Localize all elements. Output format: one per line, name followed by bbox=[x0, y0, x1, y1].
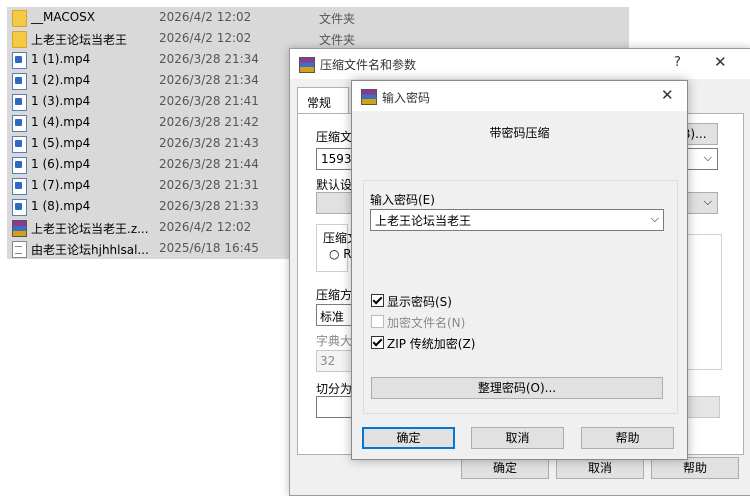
file-name: 1 (2).mp4 bbox=[31, 73, 91, 87]
dict-label: 字典大 bbox=[316, 334, 353, 348]
video-file-icon bbox=[12, 94, 27, 111]
text-file-icon bbox=[12, 241, 27, 258]
file-date: 2026/3/28 21:34 bbox=[159, 73, 259, 87]
file-name: 1 (8).mp4 bbox=[31, 199, 91, 213]
file-date: 2026/4/2 12:02 bbox=[159, 31, 252, 45]
file-date: 2026/3/28 21:41 bbox=[159, 94, 259, 108]
help-label: 帮助 bbox=[615, 431, 640, 445]
video-file-icon bbox=[12, 157, 27, 174]
archive-icon bbox=[12, 220, 27, 237]
winrar-icon bbox=[361, 89, 377, 105]
encrypt-names-label[interactable]: 加密文件名(N) bbox=[387, 314, 465, 331]
cancel-button[interactable]: 取消 bbox=[471, 427, 564, 449]
ok-button[interactable]: 确定 bbox=[461, 457, 549, 479]
file-date: 2026/3/28 21:34 bbox=[159, 52, 259, 66]
tab-general[interactable]: 常规 bbox=[297, 87, 349, 114]
file-type: 文件夹 bbox=[319, 33, 356, 47]
chevron-down-icon: ⌵ bbox=[650, 212, 659, 225]
video-file-icon bbox=[12, 136, 27, 153]
file-name: __MACOSX bbox=[31, 10, 96, 24]
password-heading: 带密码压缩 bbox=[489, 126, 550, 140]
cancel-button[interactable]: 取消 bbox=[556, 457, 644, 479]
help-button[interactable]: 帮助 bbox=[581, 427, 674, 449]
file-date: 2026/4/2 12:02 bbox=[159, 10, 252, 24]
close-icon[interactable]: ✕ bbox=[661, 86, 674, 104]
dict-value: 32 bbox=[320, 354, 336, 368]
winrar-icon bbox=[299, 57, 315, 73]
cancel-label: 取消 bbox=[587, 461, 612, 475]
file-date: 2026/3/28 21:44 bbox=[159, 157, 259, 171]
ok-label: 确定 bbox=[492, 461, 517, 475]
help-button[interactable]: 帮助 bbox=[651, 457, 739, 479]
file-row[interactable]: __MACOSX 2026/4/2 12:02 文件夹 bbox=[7, 7, 629, 28]
file-date: 2026/3/28 21:43 bbox=[159, 136, 259, 150]
split-label: 切分为 bbox=[316, 382, 353, 396]
archive-dialog-title: 压缩文件名和参数 bbox=[320, 58, 417, 72]
file-name: 1 (1).mp4 bbox=[31, 52, 91, 66]
file-row[interactable]: 上老王论坛当老王 2026/4/2 12:02 文件夹 bbox=[7, 28, 629, 49]
help-label: 帮助 bbox=[682, 461, 707, 475]
chevron-down-icon: ⌵ bbox=[703, 195, 712, 208]
folder-icon bbox=[12, 31, 27, 48]
help-question-icon[interactable]: ? bbox=[674, 55, 681, 70]
video-file-icon bbox=[12, 199, 27, 216]
password-dialog-title: 输入密码 bbox=[382, 91, 431, 105]
encrypt-names-checkbox[interactable] bbox=[371, 315, 384, 328]
chevron-down-icon: ⌵ bbox=[703, 151, 712, 164]
video-file-icon bbox=[12, 115, 27, 132]
ok-label: 确定 bbox=[396, 431, 421, 445]
file-date: 2026/3/28 21:31 bbox=[159, 178, 259, 192]
password-dialog: 输入密码 ✕ 带密码压缩 输入密码(E) 上老王论坛当老王 ⌵ 显示密码(S) … bbox=[351, 80, 688, 460]
options-group bbox=[682, 234, 722, 370]
folder-icon bbox=[12, 10, 27, 27]
method-label: 压缩方 bbox=[316, 288, 353, 302]
zip-legacy-label[interactable]: ZIP 传统加密(Z) bbox=[387, 335, 475, 352]
method-value: 标准 bbox=[320, 310, 345, 324]
show-password-checkbox[interactable] bbox=[371, 294, 384, 307]
password-combo[interactable]: 上老王论坛当老王 ⌵ bbox=[370, 209, 664, 231]
file-date: 2026/4/2 12:02 bbox=[159, 220, 252, 234]
file-name: 1 (4).mp4 bbox=[31, 115, 91, 129]
format-group: 压缩文 ○ R bbox=[316, 224, 359, 272]
archive-name-label: 压缩文 bbox=[316, 130, 353, 144]
video-file-icon bbox=[12, 178, 27, 195]
dict-combo[interactable]: 32 bbox=[316, 350, 352, 372]
method-combo[interactable]: 标准 bbox=[316, 304, 352, 326]
tab-general-label: 常规 bbox=[307, 96, 332, 110]
organize-label: 整理密码(O)... bbox=[477, 381, 557, 395]
ok-button[interactable]: 确定 bbox=[362, 427, 455, 449]
close-icon[interactable]: ✕ bbox=[714, 53, 727, 71]
organize-passwords-button[interactable]: 整理密码(O)... bbox=[371, 377, 663, 399]
zip-legacy-checkbox[interactable] bbox=[371, 336, 384, 349]
cancel-label: 取消 bbox=[505, 431, 530, 445]
file-name: 上老王论坛当老王.z... bbox=[31, 222, 149, 236]
password-dialog-titlebar[interactable]: 输入密码 ✕ bbox=[352, 81, 687, 111]
file-date: 2026/3/28 21:33 bbox=[159, 199, 259, 213]
archive-dialog-titlebar[interactable]: 压缩文件名和参数 ? ✕ bbox=[290, 49, 750, 79]
file-date: 2025/6/18 16:45 bbox=[159, 241, 259, 255]
file-name: 1 (6).mp4 bbox=[31, 157, 91, 171]
video-file-icon bbox=[12, 52, 27, 69]
default-profile-label: 默认设 bbox=[316, 178, 353, 192]
file-type: 文件夹 bbox=[319, 12, 356, 26]
password-value: 上老王论坛当老王 bbox=[375, 214, 472, 228]
file-name: 由老王论坛hjhhlsal... bbox=[31, 243, 149, 257]
file-name: 1 (5).mp4 bbox=[31, 136, 91, 150]
format-option[interactable]: ○ R bbox=[329, 247, 352, 261]
file-name: 上老王论坛当老王 bbox=[31, 33, 128, 47]
file-name: 1 (3).mp4 bbox=[31, 94, 91, 108]
show-password-label[interactable]: 显示密码(S) bbox=[387, 293, 452, 310]
video-file-icon bbox=[12, 73, 27, 90]
password-label: 输入密码(E) bbox=[370, 193, 435, 207]
split-combo[interactable] bbox=[316, 396, 352, 418]
file-date: 2026/3/28 21:42 bbox=[159, 115, 259, 129]
file-name: 1 (7).mp4 bbox=[31, 178, 91, 192]
